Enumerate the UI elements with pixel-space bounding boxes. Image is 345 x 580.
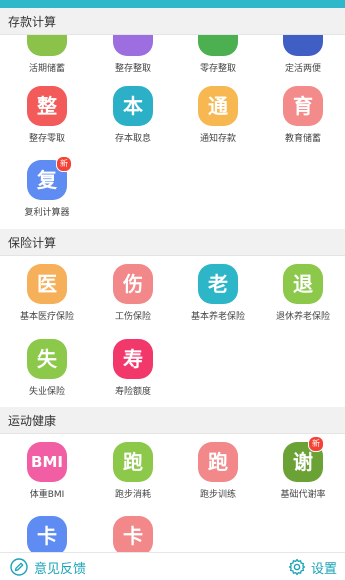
new-badge: 新 [308,436,324,452]
tile-basic-pension-insurance[interactable]: 老 基本养老保险 [175,258,261,330]
tile-lump-sum-installment-withdraw[interactable]: 整 整存零取 [4,80,90,152]
tile-label: 基础代谢率 [280,490,326,500]
pao-icon: 跑 [198,442,238,482]
gear-icon [288,558,306,576]
settings-button[interactable]: 设置 [288,557,337,577]
tile-label: 跑步消耗 [114,490,151,500]
installment-deposit-icon [198,35,238,56]
tile-life-insurance-amount[interactable]: 寿 寿险额度 [90,333,176,405]
tile-label: 退休养老保险 [275,312,330,322]
tile-label: 体重BMI [29,490,65,500]
tile-calories-2[interactable]: 卡 [90,510,176,552]
tui-icon: 退 [283,264,323,304]
tile-current-savings[interactable]: 活期储蓄 [4,35,90,75]
tile-installment-deposit[interactable]: 零存整取 [175,35,261,75]
yu-icon: 育 [283,86,323,126]
ka-icon: 卡 [27,516,67,552]
tile-bmi[interactable]: BMI 体重BMI [4,436,90,508]
deposit-row-1: 活期储蓄 整存整取 零存整取 定活两便 [0,35,345,75]
tile-label: 基本养老保险 [190,312,245,322]
ben-icon: 本 [113,86,153,126]
tile-label: 失业保险 [28,387,65,397]
flexible-deposit-icon [283,35,323,56]
new-badge: 新 [56,156,72,172]
feedback-button[interactable]: 意见反馈 [10,557,86,577]
sports-row-2: 卡 卡 [0,510,345,552]
section-header-deposit: 存款计算 [0,8,345,35]
tile-principal-interest[interactable]: 本 存本取息 [90,80,176,152]
tile-basic-medical-insurance[interactable]: 医 基本医疗保险 [4,258,90,330]
top-accent-bar [0,0,345,8]
section-title: 存款计算 [8,15,57,29]
section-title: 保险计算 [8,236,57,250]
tile-label: 整存整取 [114,64,151,74]
bmi-icon: BMI [27,442,67,482]
tile-compound-interest[interactable]: 复 新 复利计算器 [4,154,90,226]
section-title: 运动健康 [8,414,57,428]
tile-flexible-deposit[interactable]: 定活两便 [260,35,345,75]
tong-icon: 通 [198,86,238,126]
tile-work-injury-insurance[interactable]: 伤 工伤保险 [90,258,176,330]
settings-label: 设置 [311,561,338,577]
feedback-label: 意见反馈 [34,561,87,577]
lump-sum-deposit-icon [113,35,153,56]
zheng-icon: 整 [27,86,67,126]
tile-label: 零存整取 [199,64,236,74]
tile-retirement-pension-insurance[interactable]: 退 退休养老保险 [260,258,345,330]
shou-icon: 寿 [113,339,153,379]
tile-label: 活期储蓄 [28,64,65,74]
tile-lump-sum-deposit[interactable]: 整存整取 [90,35,176,75]
bottom-bar: 意见反馈 设置 [0,552,345,580]
pencil-icon [10,558,28,576]
ka-icon: 卡 [113,516,153,552]
tile-label: 工伤保险 [114,312,151,322]
tile-label: 跑步训练 [199,490,236,500]
lao-icon: 老 [198,264,238,304]
tile-label: 存本取息 [114,134,151,144]
tile-label: 定活两便 [284,64,321,74]
yi-icon: 医 [27,264,67,304]
shi-icon: 失 [27,339,67,379]
pao-icon: 跑 [113,442,153,482]
tile-label: 整存零取 [28,134,65,144]
tile-basal-metabolic-rate[interactable]: 谢 新 基础代谢率 [260,436,345,508]
tile-label: 复利计算器 [24,208,70,218]
section-header-insurance: 保险计算 [0,229,345,256]
tile-notice-deposit[interactable]: 通 通知存款 [175,80,261,152]
section-header-sports: 运动健康 [0,407,345,434]
tile-label: 寿险额度 [114,387,151,397]
tile-education-savings[interactable]: 育 教育储蓄 [260,80,345,152]
tile-unemployment-insurance[interactable]: 失 失业保险 [4,333,90,405]
shang-icon: 伤 [113,264,153,304]
tile-label: 教育储蓄 [284,134,321,144]
current-savings-icon [27,35,67,56]
tile-running-training[interactable]: 跑 跑步训练 [175,436,261,508]
tile-label: 基本医疗保险 [19,312,74,322]
tile-calories-1[interactable]: 卡 [4,510,90,552]
tile-running-calories[interactable]: 跑 跑步消耗 [90,436,176,508]
tile-label: 通知存款 [199,134,236,144]
